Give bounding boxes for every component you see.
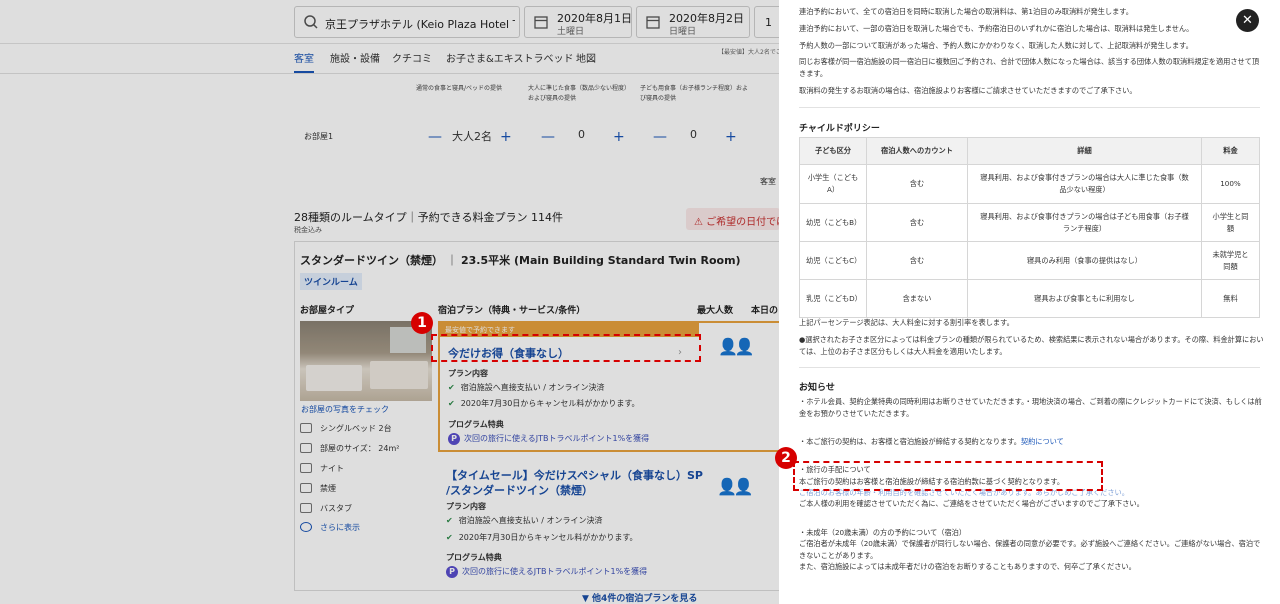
notice-text: ご本人様の利用を確認させていただく為に、ご連絡をさせていただく場合がございますの…	[799, 499, 1144, 508]
close-panel-button[interactable]: ✕	[1236, 9, 1259, 32]
divider	[799, 107, 1260, 108]
cancel-policy-line: 予約人数の一部について取消があった場合、予約人数にかかわりなく、取消した人数に対…	[799, 41, 1193, 50]
child-policy-table: 子ども区分 宿泊人数へのカウント 詳細 料金 小学生（こどもA） 含む 寝具利用…	[799, 137, 1260, 318]
notice-text: また、宿泊施設によっては未成年者だけの宿泊をお断りすることもありますので、何卒ご…	[799, 562, 1136, 571]
child-policy-note: 上記パーセンテージ表記は、大人料金に対する割引率を表します。	[799, 318, 1014, 327]
annotation-number-1: 1	[411, 312, 433, 334]
table-header: 料金	[1201, 137, 1260, 165]
notice-text: ご宿泊者が未成年（20歳未満）で保護者が同行しない場合、保護者の同意が必要です。…	[799, 539, 1261, 560]
notice-text: ・ホテル会員、契約企業特典の同時利用はお断りさせていただきます。・現地決済の場合…	[799, 397, 1262, 418]
cancel-policy-line: 連泊予約において、一部の宿泊日を取消した場合でも、予約宿泊日のいずれかに宿泊した…	[799, 24, 1194, 33]
table-header: 詳細	[967, 137, 1202, 165]
close-icon: ✕	[1242, 13, 1253, 28]
policy-panel: 連泊予約において、全ての宿泊日を同時に取消した場合の取消料は、第1泊目のみ取消料…	[779, 0, 1280, 604]
notice-title: お知らせ	[799, 383, 835, 393]
cancel-policy-line: 同じお客様が同一宿泊施設の同一宿泊日に複数回ご予約され、合計で団体人数になった場…	[799, 57, 1260, 78]
table-header: 子ども区分	[799, 137, 867, 165]
table-row: 小学生（こどもA） 含む 寝具利用、および食事付きプランの場合は大人に準じた食事…	[799, 164, 1260, 204]
child-policy-note: ●選択されたお子さま区分によっては料金プランの種類が限られているため、検索結果に…	[799, 335, 1264, 356]
modal-backdrop[interactable]	[0, 0, 779, 604]
table-header: 宿泊人数へのカウント	[866, 137, 968, 165]
annotation-box-1	[431, 334, 701, 362]
table-row: 幼児（こどもB） 含む 寝具利用、および食事付きプランの場合は子ども用食事（お子…	[799, 203, 1260, 242]
divider	[799, 367, 1260, 368]
child-policy-title: チャイルドポリシー	[799, 124, 880, 134]
cancel-policy-line: 連泊予約において、全ての宿泊日を同時に取消した場合の取消料は、第1泊目のみ取消料…	[799, 7, 1133, 16]
table-row: 乳児（こどもD） 含まない 寝具および食事ともに利用なし 無料	[799, 279, 1260, 318]
cancel-policy-line: 取消料の発生するお取消の場合は、宿泊施設よりお客様にご請求させていただきますので…	[799, 86, 1137, 95]
notice-text: ・本ご旅行の契約は、お客様と宿泊施設が締結する契約となります。契約について	[799, 437, 1064, 446]
annotation-box-2	[793, 461, 1103, 491]
table-row: 幼児（こどもC） 含む 寝具のみ利用（食事の提供はなし） 未就学児と同額	[799, 241, 1260, 280]
annotation-number-2: 2	[775, 447, 797, 469]
contract-link[interactable]: 契約について	[1021, 437, 1064, 446]
